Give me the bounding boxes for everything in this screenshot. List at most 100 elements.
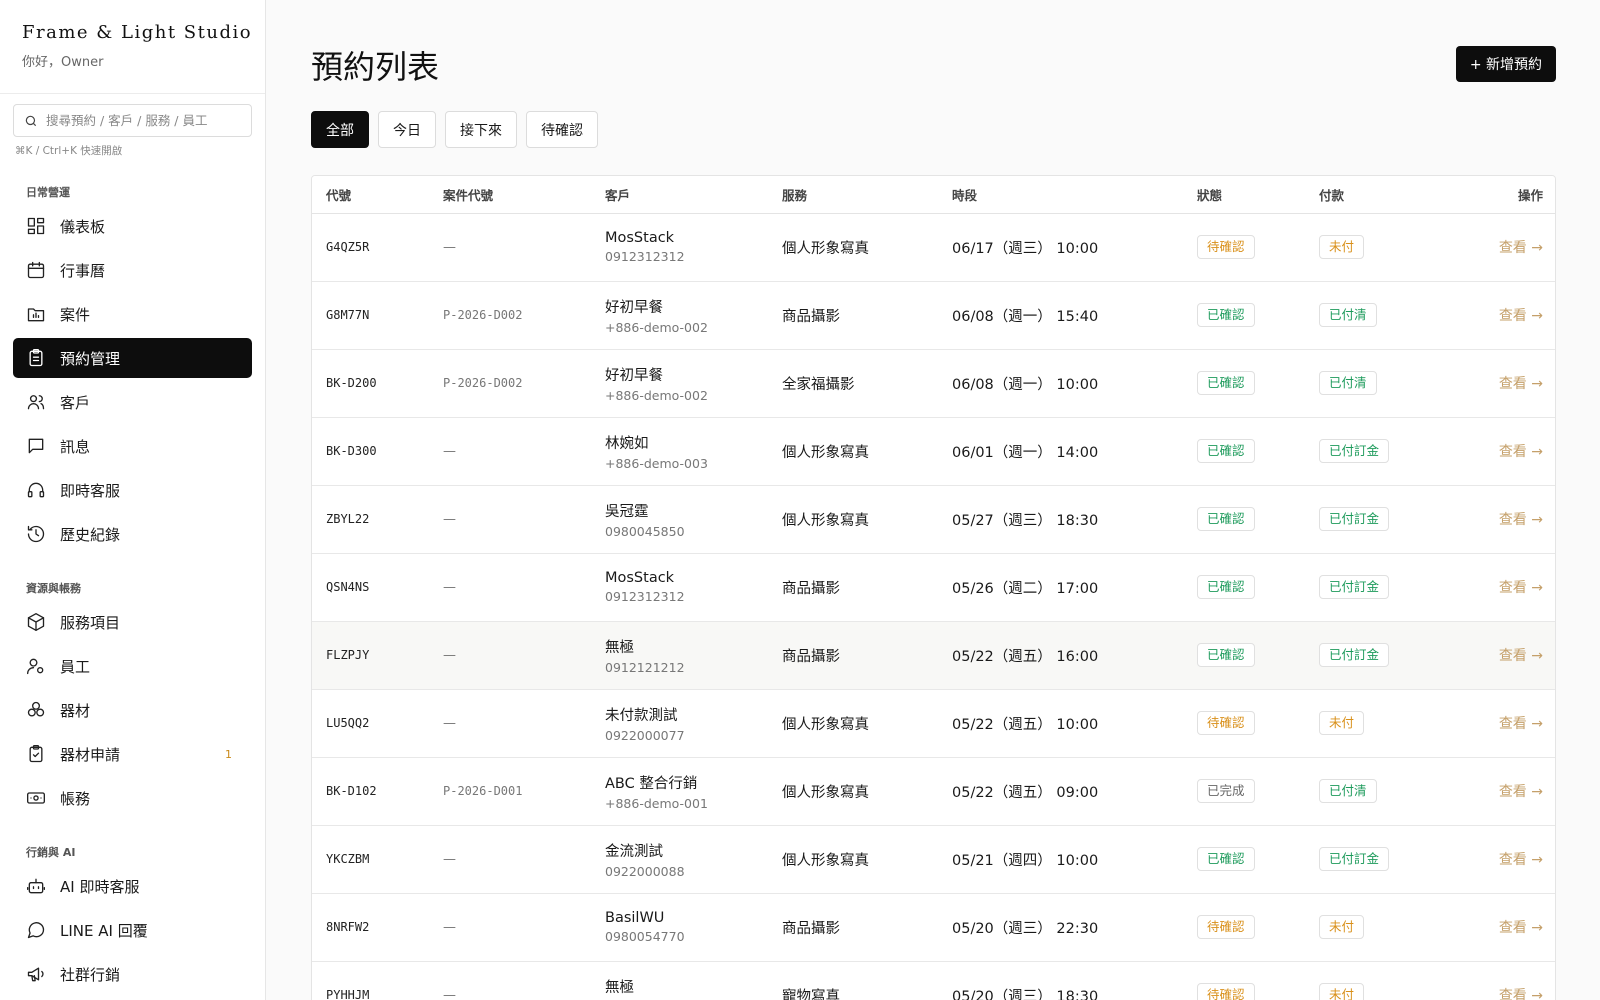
table-row[interactable]: LU5QQ2 — 未付款測試 0922000077 個人形象寫真 05/22（週五） 10… <box>312 689 1555 758</box>
customer-name: MosStack <box>605 230 675 246</box>
filter-tab[interactable]: 接下來 <box>445 111 517 148</box>
sidebar-item[interactable]: 即時客服 <box>13 470 252 510</box>
sidebar-item[interactable]: 行事曆 <box>13 250 252 290</box>
case-code: — <box>443 988 456 1000</box>
service-cell: 個人形象寫真 <box>768 417 938 486</box>
service-cell: 個人形象寫真 <box>768 825 938 894</box>
chat-bubble-icon <box>27 922 45 939</box>
sidebar-item[interactable]: LINE AI 回覆 <box>13 910 252 950</box>
filter-tab[interactable]: 待確認 <box>526 111 598 148</box>
view-link[interactable]: 查看 → <box>1430 553 1555 622</box>
view-link[interactable]: 查看 → <box>1430 213 1555 282</box>
main-content: 預約列表 + 新增預約 全部 今日 接下來 待確認 代號 案件代號 客戶 服務 時段 狀態 付款操… <box>266 0 1600 1000</box>
payment-badge: 已付訂金 <box>1319 507 1390 531</box>
sidebar-item-label: 器材 <box>60 701 91 720</box>
sidebar-item[interactable]: 服務項目 <box>13 602 252 642</box>
table-row[interactable]: PYHHJM — 無極0912121212寵物寫真05/20（週三） 18:30 待確… <box>312 961 1555 1000</box>
case-code-cell: — <box>429 893 591 962</box>
status-cell: 已確認 <box>1183 621 1305 690</box>
booking-code: BK-D102 <box>326 784 377 798</box>
sidebar-item-label: 預約管理 <box>60 349 121 368</box>
sidebar-item[interactable]: 訊息 <box>13 426 252 466</box>
sidebar-item[interactable]: 案件 <box>13 294 252 334</box>
view-link[interactable]: 查看 → <box>1430 825 1555 894</box>
view-link[interactable]: 查看 → <box>1430 961 1555 1000</box>
message-icon <box>28 438 44 454</box>
sidebar-item[interactable]: 社群行銷 <box>13 954 252 994</box>
service-cell: 商品攝影 <box>768 281 938 350</box>
sidebar-item[interactable]: 預約管理 <box>13 338 252 378</box>
payment-cell: 已付清 <box>1305 757 1430 826</box>
case-code-cell: P-2026-D002 <box>429 349 591 418</box>
megaphone-icon <box>27 967 44 982</box>
customer-name: 好初早餐 <box>605 299 663 316</box>
view-link[interactable]: 查看 → <box>1430 349 1555 418</box>
search-box[interactable] <box>13 104 252 137</box>
case-code: P-2026-D002 <box>443 376 523 390</box>
payment-badge: 未付 <box>1319 983 1365 1000</box>
filter-tab[interactable]: 今日 <box>378 111 436 148</box>
view-link[interactable]: 查看 → <box>1430 689 1555 758</box>
status-badge: 待確認 <box>1197 915 1255 939</box>
case-code: — <box>443 852 456 867</box>
filter-tab[interactable]: 全部 <box>311 111 369 148</box>
table-row[interactable]: G8M77N P-2026-D002 好初早餐 +886-demo-002 商品攝影 06… <box>312 281 1555 350</box>
sidebar-item[interactable]: AI 即時客服 <box>13 866 252 906</box>
table-row[interactable]: BK-D300 — 林婉如 +886-demo-003 個人形象寫真 06/01（週一） … <box>312 417 1555 486</box>
payment-cell: 未付 <box>1305 961 1430 1000</box>
view-link[interactable]: 查看 → <box>1430 281 1555 350</box>
case-code-cell: — <box>429 485 591 554</box>
table-row[interactable]: QSN4NS — MosStack 0912312312 商品攝影 05/26（週二） 1… <box>312 553 1555 622</box>
table-row[interactable]: 8NRFW2 — BasilWU 0980054770 商品攝影 05/20（週三） 22… <box>312 893 1555 962</box>
status-cell: 待確認 <box>1183 961 1305 1000</box>
sidebar-item[interactable]: 器材 <box>13 690 252 730</box>
sidebar-item[interactable]: 器材申請 1 <box>13 734 252 774</box>
booking-code: ZBYL22 <box>326 512 370 526</box>
search-icon <box>25 115 37 126</box>
brand-header: Frame & Light Studio 你好，Owner <box>0 0 265 94</box>
table-row[interactable]: G4QZ5R — MosStack 0912312312 個人形象寫真 06/17（週三）… <box>312 213 1555 282</box>
view-link[interactable]: 查看 → <box>1430 757 1555 826</box>
column-header: 案件代號 <box>429 176 591 214</box>
case-code-cell: — <box>429 621 591 690</box>
case-code-cell: — <box>429 553 591 622</box>
case-code: — <box>443 512 456 527</box>
clipboard-list-icon <box>29 349 43 367</box>
sidebar-item[interactable]: 客戶 <box>13 382 252 422</box>
status-cell: 已完成 <box>1183 757 1305 826</box>
view-link[interactable]: 查看 → <box>1430 621 1555 690</box>
sidebar-item[interactable]: 歷史紀錄 <box>13 514 252 554</box>
time-slot-cell: 05/21（週四） 10:00 <box>938 825 1183 894</box>
sidebar-item-label: 服務項目 <box>60 613 121 632</box>
customer-cell: 吳冠霆 0980045850 <box>591 485 768 554</box>
status-cell: 待確認 <box>1183 893 1305 962</box>
view-link[interactable]: 查看 → <box>1430 893 1555 962</box>
payment-cell: 未付 <box>1305 689 1430 758</box>
table-row[interactable]: BK-D102 P-2026-D001 ABC 整合行銷 +886-demo-001 個… <box>312 757 1555 826</box>
search-input[interactable] <box>46 113 226 128</box>
view-link[interactable]: 查看 → <box>1430 485 1555 554</box>
customer-phone: +886-demo-002 <box>605 387 708 403</box>
sidebar-item[interactable]: 員工 <box>13 646 252 686</box>
sidebar-item[interactable]: 儀表板 <box>13 206 252 246</box>
new-booking-button[interactable]: + 新增預約 <box>1455 46 1556 82</box>
history-icon <box>27 525 45 543</box>
status-cell: 已確認 <box>1183 349 1305 418</box>
status-cell: 已確認 <box>1183 485 1305 554</box>
booking-code-cell: PYHHJM <box>312 961 429 1000</box>
sidebar-item[interactable]: 帳務 <box>13 778 252 818</box>
view-link[interactable]: 查看 → <box>1430 417 1555 486</box>
payment-cell: 已付清 <box>1305 281 1430 350</box>
booking-code: BK-D300 <box>326 444 377 458</box>
table-row[interactable]: ZBYL22 — 吳冠霆 0980045850 個人形象寫真 05/27（週三） 18:3… <box>312 485 1555 554</box>
sidebar-item-label: 歷史紀錄 <box>60 525 121 544</box>
table-row[interactable]: YKCZBM — 金流測試 0922000088 個人形象寫真 05/21（週四） 10:… <box>312 825 1555 894</box>
table-row[interactable]: FLZPJY — 無極 0912121212 商品攝影 05/22（週五） 16:00 已確… <box>312 621 1555 690</box>
sidebar-item-label: 行事曆 <box>60 261 106 280</box>
payment-badge: 已付清 <box>1319 303 1377 327</box>
customer-cell: MosStack 0912312312 <box>591 553 768 622</box>
customer-cell: 林婉如 +886-demo-003 <box>591 417 768 486</box>
table-row[interactable]: BK-D200 P-2026-D002 好初早餐 +886-demo-002 全家福攝影… <box>312 349 1555 418</box>
service-cell: 商品攝影 <box>768 621 938 690</box>
booking-code: PYHHJM <box>326 988 370 1000</box>
